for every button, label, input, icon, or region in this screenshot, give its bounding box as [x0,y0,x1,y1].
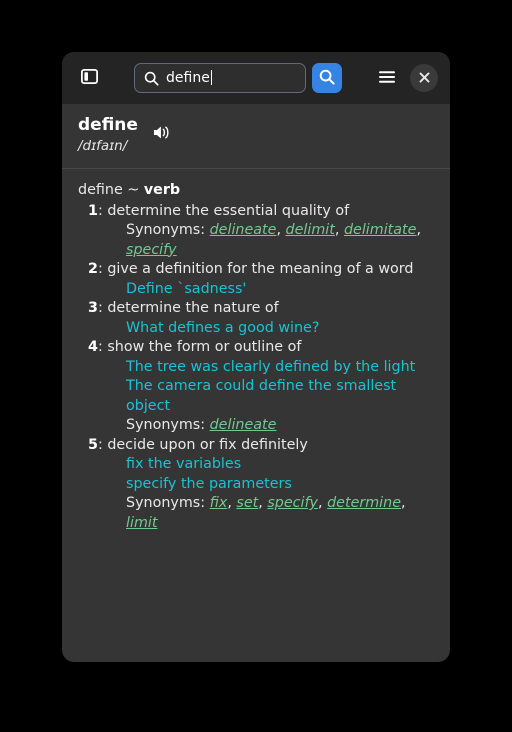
hamburger-menu-icon [378,70,396,87]
search-submit-button[interactable] [312,63,342,93]
synonyms-label: Synonyms: [126,222,210,238]
definition-panel[interactable]: define ~ verb 1: determine the essential… [62,169,450,662]
synonyms-line: Synonyms: delineate [78,416,436,436]
window-toolbar: define [62,52,450,104]
sense-definition-line: 5: decide upon or fix definitely [78,436,436,456]
close-icon [419,71,430,86]
synonyms-label: Synonyms: [126,417,210,433]
close-window-button[interactable] [410,64,438,92]
lemma-word: define ~ [78,182,144,198]
sense-definition-text: : decide upon or fix definitely [97,436,308,453]
entry-header: define /dɪfaɪn/ [62,104,450,169]
sense-definition-line: 2: give a definition for the meaning of … [78,260,436,280]
sense-definition-line: 3: determine the nature of [78,299,436,319]
synonym-link[interactable]: delimitate [344,222,416,238]
sense-number: 4 [88,339,98,355]
speaker-icon [152,124,171,144]
entry-word-block: define /dɪfaɪn/ [78,114,138,156]
synonym-separator: , [334,222,344,238]
synonym-link[interactable]: set [236,495,258,511]
search-icon [144,71,159,86]
search-icon [319,69,335,88]
pronunciation: /dɪfaɪn/ [78,138,128,154]
headword: define [78,115,138,135]
synonym-link[interactable]: specify [267,495,318,511]
synonym-separator: , [401,495,406,511]
synonyms-line: Synonyms: fix, set, specify, determine, … [78,494,436,533]
synonym-link[interactable]: determine [327,495,401,511]
synonym-separator: , [416,222,421,238]
synonym-link[interactable]: delineate [210,222,277,238]
synonyms-line: Synonyms: delineate, delimit, delimitate… [78,221,436,260]
sense-example: Define `sadness' [126,280,247,297]
synonym-link[interactable]: delimit [286,222,335,238]
sense-entry: 1: determine the essential quality of Syn… [78,202,436,261]
search-input[interactable]: define [134,63,306,93]
pronounce-button[interactable] [152,124,171,144]
sense-example: What defines a good wine? [126,319,320,336]
sense-example: specify the parameters [126,475,292,492]
sense-number: 2 [88,261,98,277]
sense-example: The camera could define the smallest obj… [126,378,397,414]
synonym-separator: , [276,222,286,238]
synonym-link[interactable]: specify [126,242,177,258]
synonyms-label: Synonyms: [126,495,210,511]
sense-entry: 2: give a definition for the meaning of … [78,260,436,299]
sidebar-toggle-button[interactable] [74,63,104,93]
sense-number: 3 [88,300,98,316]
sense-entry: 3: determine the nature of What defines a… [78,299,436,338]
synonym-link[interactable]: limit [126,515,157,531]
sense-entry: 5: decide upon or fix definitely fix the … [78,436,436,534]
dictionary-window: define define /dɪfaɪn/ define ~ verb 1: … [62,52,450,662]
sense-definition-text: : determine the nature of [97,300,279,316]
synonym-separator: , [318,495,328,511]
sense-number: 5 [88,436,98,453]
search-area: define [112,63,364,93]
sense-definition-text: : show the form or outline of [97,339,302,355]
sense-list: 1: determine the essential quality of Syn… [78,202,436,534]
sense-definition-text: : give a definition for the meaning of a… [97,261,414,277]
sense-example: fix the variables [126,456,242,472]
synonym-link[interactable]: fix [210,495,228,511]
sidebar-toggle-icon [80,68,98,87]
sense-entry: 4: show the form or outline of The tree w… [78,338,436,436]
lemma-line: define ~ verb [78,181,436,201]
part-of-speech: verb [143,182,181,198]
search-input-value: define [166,70,210,86]
sense-definition-line: 4: show the form or outline of [78,338,436,358]
sense-definition-text: : determine the essential quality of [97,202,350,219]
sense-example: The tree was clearly defined by the ligh… [126,358,416,375]
sense-number: 1 [88,202,98,219]
synonym-link[interactable]: delineate [210,417,277,433]
main-menu-button[interactable] [372,63,402,93]
synonym-separator: , [258,495,268,511]
sense-definition-line: 1: determine the essential quality of [78,202,436,222]
